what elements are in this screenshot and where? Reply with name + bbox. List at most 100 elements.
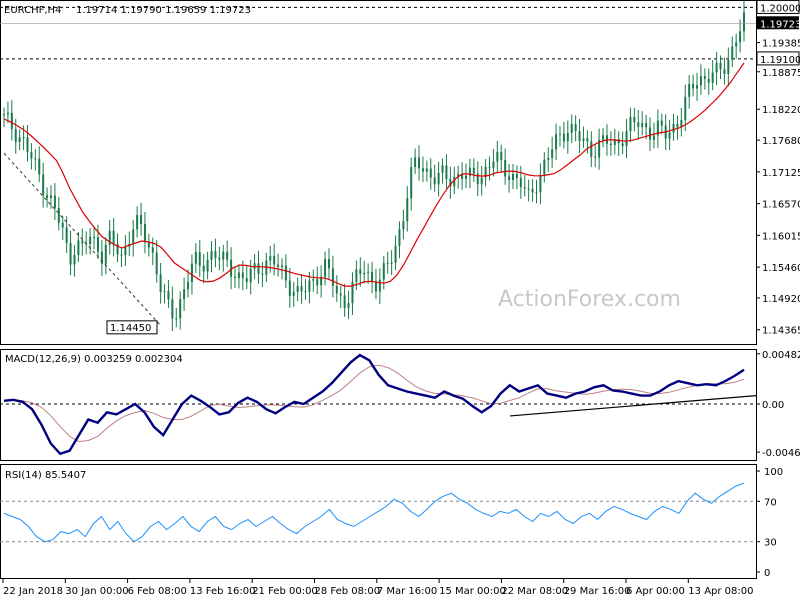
candle-body bbox=[343, 295, 346, 308]
candle-body bbox=[30, 152, 33, 159]
candle-body bbox=[300, 286, 303, 292]
price-y-tick-label: 1.14920 bbox=[762, 294, 800, 305]
low-annotation: 1.14450 bbox=[106, 320, 158, 335]
candle-body bbox=[222, 251, 225, 260]
price-level-label: 1.19100 bbox=[760, 55, 800, 66]
candle-body bbox=[688, 84, 691, 97]
candle-body bbox=[3, 114, 5, 116]
macd-panel: MACD(12,26,9) 0.003259 0.002304 0.004827… bbox=[0, 349, 800, 461]
candle-body bbox=[183, 289, 186, 300]
candle-body bbox=[414, 157, 417, 168]
candle-body bbox=[410, 167, 413, 199]
candle-body bbox=[241, 272, 244, 279]
candle-body bbox=[363, 272, 366, 275]
x-tick-label: 22 Mar 08:00 bbox=[501, 586, 568, 597]
candle-body bbox=[684, 96, 687, 120]
candle-body bbox=[633, 116, 636, 123]
candle-body bbox=[402, 221, 405, 230]
candle-body bbox=[465, 175, 468, 179]
candle-body bbox=[327, 258, 330, 269]
candle-body bbox=[18, 137, 21, 142]
chart-canvas: ActionForex.com EURCHF,H4 1.19714 1.1979… bbox=[0, 0, 800, 597]
candle-body bbox=[296, 286, 299, 292]
chart-stage: ActionForex.com EURCHF,H4 1.19714 1.1979… bbox=[0, 0, 800, 600]
x-tick-label: 15 Mar 00:00 bbox=[439, 586, 506, 597]
price-y-tick-label: 1.16015 bbox=[762, 231, 800, 242]
candle-body bbox=[53, 195, 56, 208]
last-price-tag: 1.19723 bbox=[0, 16, 800, 30]
candle-body bbox=[645, 122, 648, 128]
candle-body bbox=[609, 143, 612, 146]
candle-body bbox=[292, 291, 295, 296]
candle-body bbox=[711, 72, 714, 83]
candle-body bbox=[284, 265, 287, 281]
macd-trendline bbox=[509, 395, 757, 417]
candle-body bbox=[699, 76, 702, 86]
candle-body bbox=[14, 129, 17, 142]
candle-body bbox=[143, 223, 146, 243]
candle-body bbox=[715, 62, 718, 73]
candle-body bbox=[578, 131, 581, 141]
rsi-line bbox=[3, 482, 745, 543]
candle-body bbox=[652, 135, 655, 140]
candle-body bbox=[359, 269, 362, 275]
candle-body bbox=[124, 246, 127, 256]
candle-body bbox=[175, 318, 178, 320]
candle-body bbox=[551, 149, 554, 158]
candle-body bbox=[245, 278, 248, 283]
candle-body bbox=[331, 268, 334, 286]
candle-body bbox=[418, 157, 421, 169]
candle-body bbox=[707, 78, 710, 83]
rsi-y-tick-label: 30 bbox=[764, 538, 777, 549]
macd-y-tick-label: -0.004632 bbox=[762, 448, 800, 459]
candle-body bbox=[347, 303, 350, 308]
candle-body bbox=[371, 271, 374, 282]
candle-body bbox=[89, 236, 92, 245]
candle-body bbox=[104, 244, 107, 264]
x-tick-label: 30 Jan 00:00 bbox=[65, 586, 128, 597]
x-tick-label: 28 Feb 08:00 bbox=[315, 586, 381, 597]
candle-body bbox=[719, 62, 722, 70]
price-panel: ActionForex.com EURCHF,H4 1.19714 1.1979… bbox=[0, 0, 800, 345]
candle-body bbox=[22, 137, 25, 139]
candle-body bbox=[672, 123, 675, 133]
candle-body bbox=[515, 173, 518, 179]
candle-body bbox=[234, 276, 237, 279]
candle-body bbox=[304, 291, 307, 293]
price-y-tick-label: 1.16570 bbox=[762, 200, 800, 211]
candle-body bbox=[308, 280, 311, 292]
price-y-tick-label: 1.15460 bbox=[762, 263, 800, 274]
candle-body bbox=[586, 138, 589, 142]
candle-body bbox=[206, 259, 209, 272]
candle-body bbox=[406, 198, 409, 222]
price-y-tick-label: 1.14365 bbox=[762, 326, 800, 337]
candle-body bbox=[535, 192, 538, 194]
candle-body bbox=[390, 262, 393, 264]
candle-body bbox=[210, 251, 213, 260]
candle-body bbox=[539, 174, 542, 193]
candle-body bbox=[288, 280, 291, 296]
candle-body bbox=[93, 236, 96, 238]
candle-body bbox=[555, 134, 558, 150]
candle-body bbox=[120, 254, 123, 256]
candle-body bbox=[147, 242, 150, 248]
rsi-y-tick-label: 0 bbox=[764, 568, 770, 579]
candle-body bbox=[558, 133, 561, 135]
candle-body bbox=[155, 252, 158, 275]
candle-body bbox=[570, 124, 573, 133]
last-price-tag-label: 1.19723 bbox=[760, 19, 800, 30]
candle-body bbox=[582, 138, 585, 141]
rsi-title: RSI(14) 85.5407 bbox=[5, 470, 86, 481]
candle-body bbox=[324, 258, 327, 277]
x-tick-label: 13 Apr 08:00 bbox=[688, 586, 753, 597]
candle-body bbox=[500, 151, 503, 160]
candle-body bbox=[61, 222, 64, 228]
candle-body bbox=[214, 251, 217, 258]
rsi-y-tick-label: 100 bbox=[764, 467, 783, 478]
candle-body bbox=[339, 293, 342, 296]
x-tick-label: 7 Mar 16:00 bbox=[377, 586, 437, 597]
candle-body bbox=[367, 271, 370, 273]
candle-body bbox=[382, 262, 385, 280]
candle-body bbox=[617, 139, 620, 144]
low-annotation-label: 1.14450 bbox=[110, 323, 151, 334]
